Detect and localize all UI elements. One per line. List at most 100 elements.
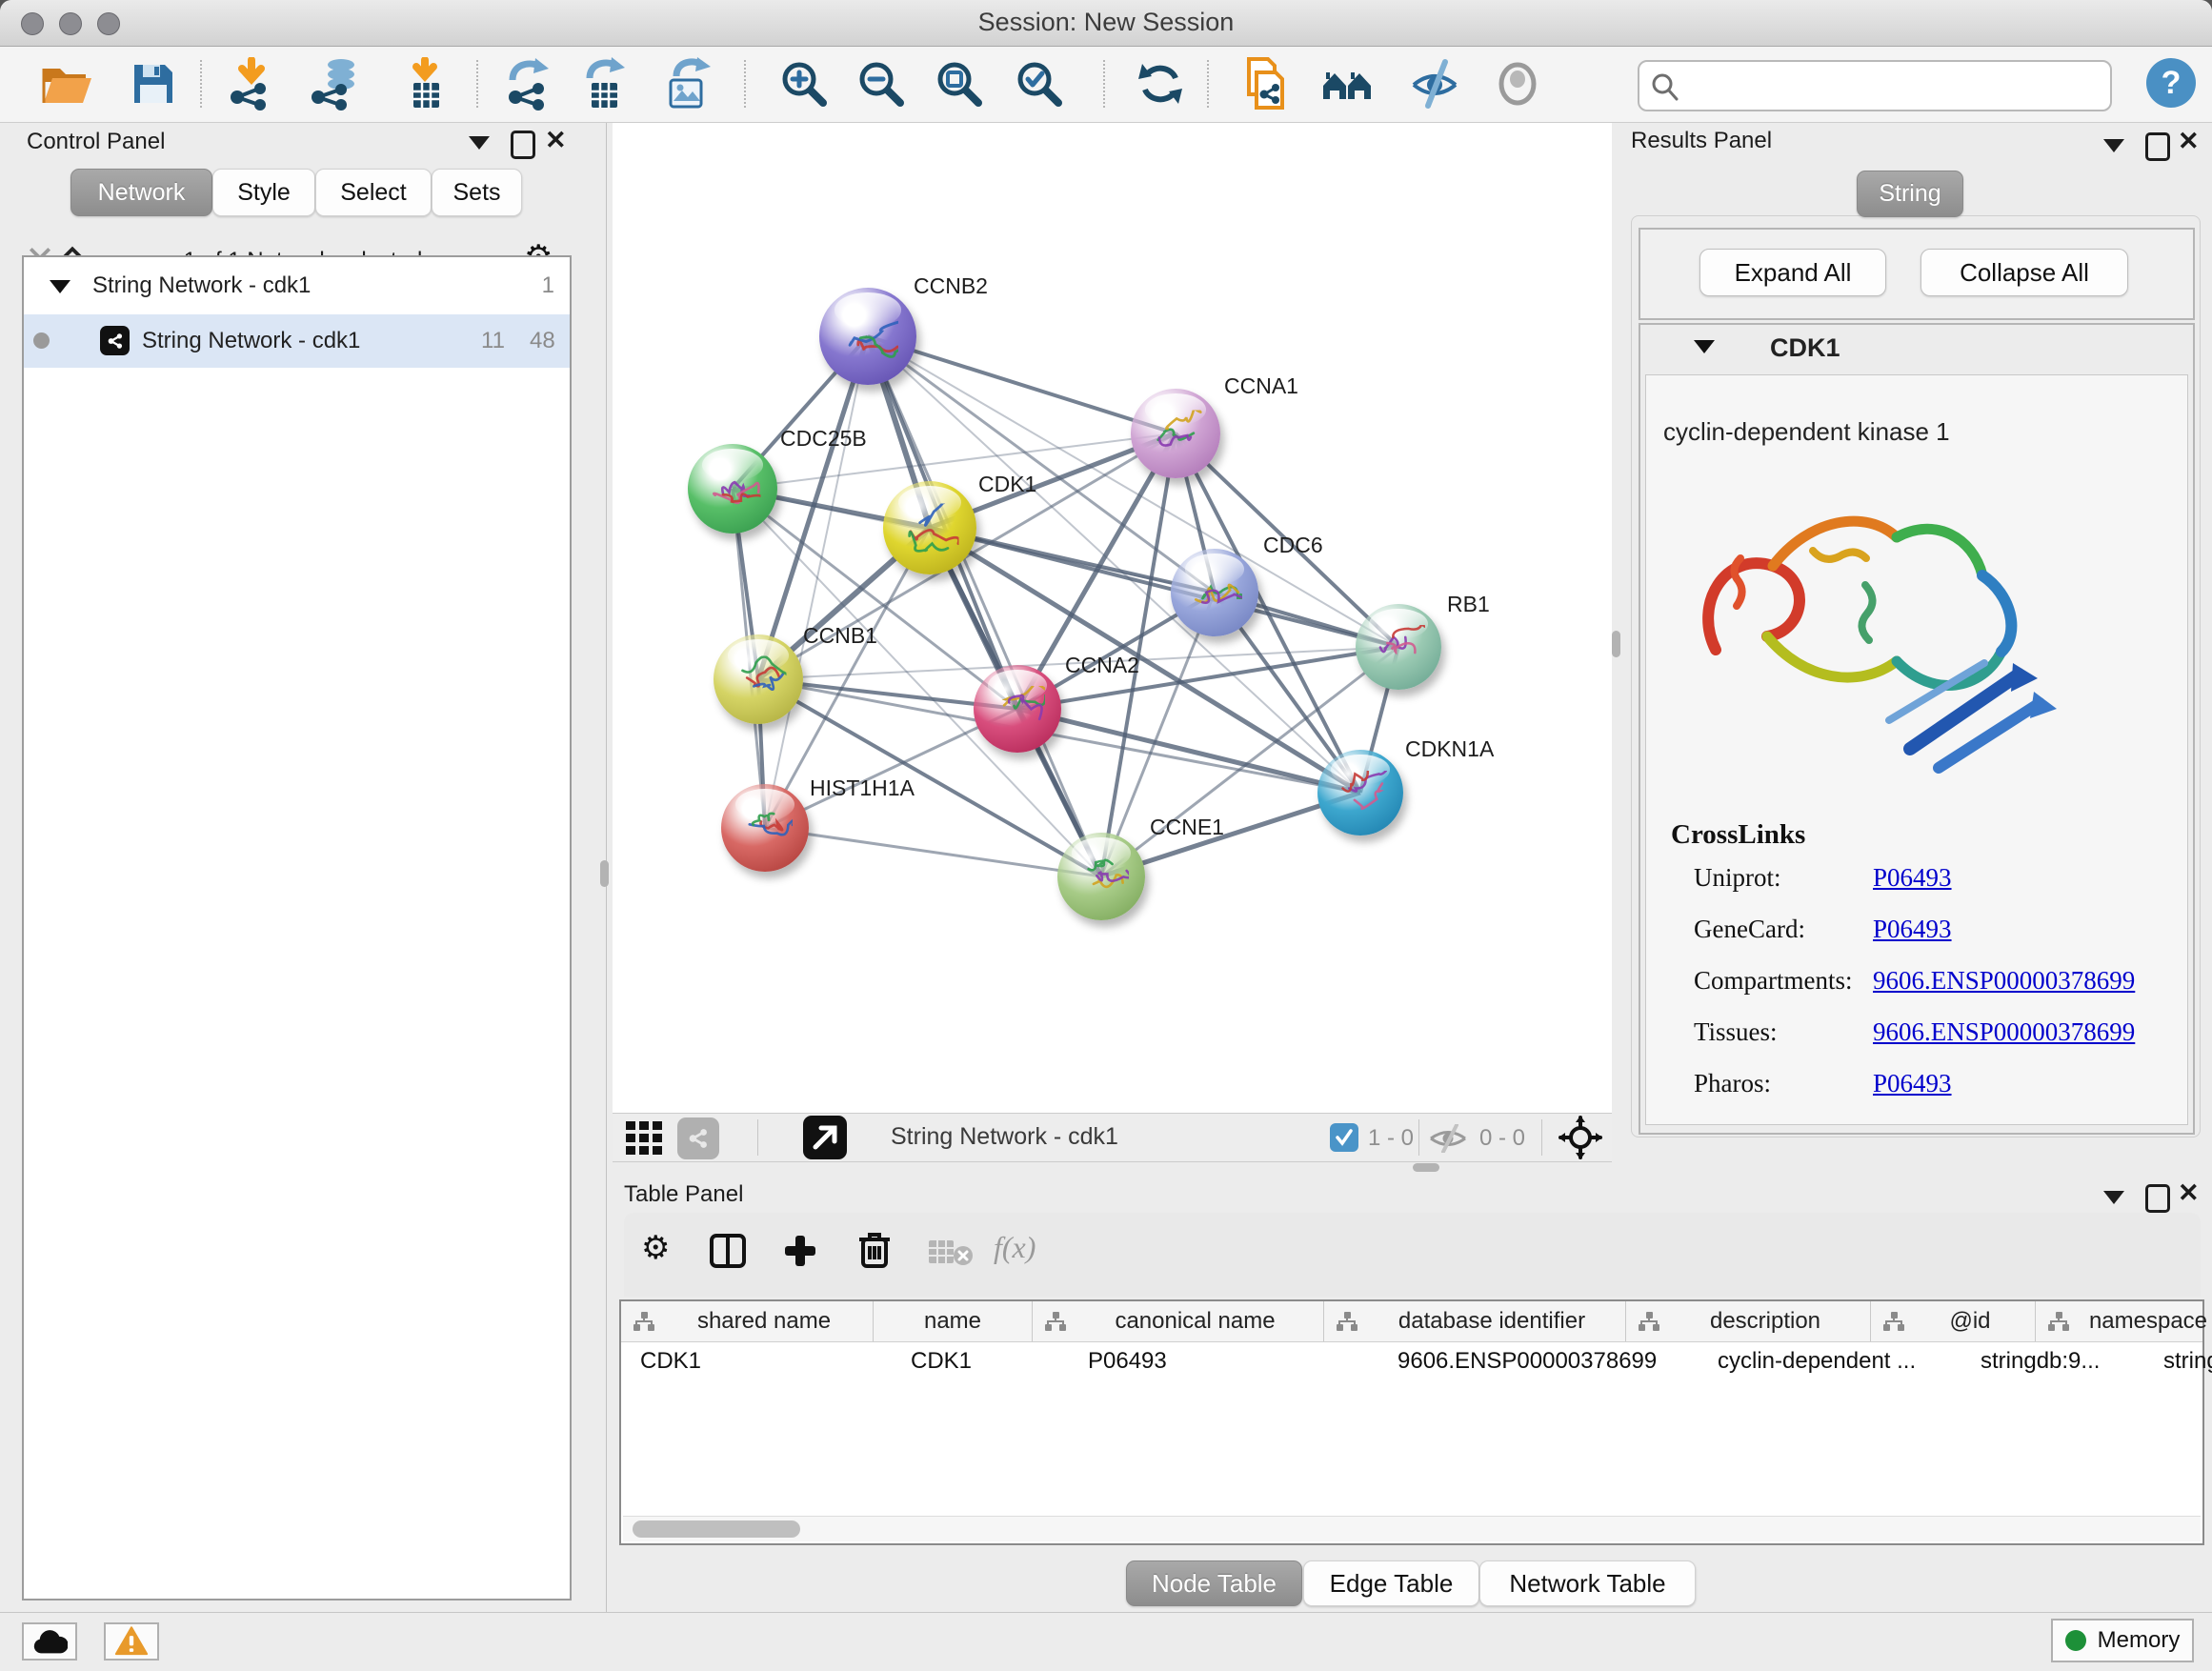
zoom-fit-button[interactable]: [933, 56, 986, 111]
birds-eye-view-icon[interactable]: [626, 1121, 664, 1160]
close-panel-icon[interactable]: ✕: [545, 128, 567, 153]
hide-unhide-button[interactable]: [1408, 56, 1461, 111]
zoom-selected-button[interactable]: [1013, 56, 1066, 111]
undock-panel-icon[interactable]: [2145, 132, 2170, 161]
close-panel-icon[interactable]: ✕: [2178, 1180, 2200, 1206]
column-header-canonical-name[interactable]: canonical name: [1032, 1301, 1323, 1341]
inspect-button[interactable]: [1491, 56, 1544, 111]
close-panel-icon[interactable]: ✕: [2178, 129, 2200, 154]
show-all-networks-button[interactable]: [1320, 56, 1374, 111]
scrollbar-thumb[interactable]: [633, 1520, 800, 1538]
cell-canonical-name[interactable]: P06493: [1069, 1342, 1378, 1380]
show-columns-icon[interactable]: [710, 1234, 746, 1271]
tab-network-table[interactable]: Network Table: [1479, 1560, 1696, 1606]
help-button[interactable]: ?: [2146, 58, 2196, 108]
network-node-RB1[interactable]: [1356, 604, 1441, 690]
zoom-in-button[interactable]: [777, 56, 831, 111]
network-node-CCNB2[interactable]: [819, 288, 916, 385]
node-label-HIST1H1A: HIST1H1A: [810, 775, 915, 801]
network-collection-row[interactable]: String Network - cdk1 1: [24, 257, 570, 314]
collapse-all-button[interactable]: Collapse All: [1920, 249, 2128, 296]
network-node-CCNA2[interactable]: [974, 665, 1061, 753]
network-canvas[interactable]: CCNB2CCNA1CDC25BCDK1CDC6RB1CCNB1CCNA2CDK…: [613, 123, 1612, 1113]
node-table: shared name name canonical name database…: [619, 1299, 2204, 1545]
crosslink-link[interactable]: 9606.ENSP00000378699: [1873, 966, 2135, 996]
search-input[interactable]: [1689, 66, 2101, 104]
crosslink-link[interactable]: P06493: [1873, 863, 1952, 893]
horizontal-scrollbar[interactable]: [623, 1516, 2201, 1541]
float-panel-icon[interactable]: [2103, 1191, 2124, 1204]
create-column-icon[interactable]: [782, 1234, 818, 1271]
selected-checkbox-icon[interactable]: [1330, 1123, 1358, 1152]
network-row-selected[interactable]: String Network - cdk1 11 48: [24, 314, 570, 368]
collection-expand-icon[interactable]: [50, 280, 70, 293]
undock-panel-icon[interactable]: [511, 131, 535, 159]
export-table-button[interactable]: [578, 56, 632, 111]
houses-icon: [1320, 60, 1374, 108]
left-splitter-handle[interactable]: [600, 860, 609, 887]
network-node-CDK1[interactable]: [883, 481, 976, 574]
open-view-in-window-icon[interactable]: [803, 1116, 847, 1164]
cell-name[interactable]: CDK1: [892, 1342, 1069, 1380]
warning-icon: [114, 1626, 149, 1657]
tab-style[interactable]: Style: [212, 169, 315, 216]
import-network-button[interactable]: [225, 56, 278, 111]
delete-column-icon[interactable]: [857, 1230, 892, 1273]
network-node-CCNE1[interactable]: [1057, 833, 1145, 920]
column-header-namespace[interactable]: namespace: [2035, 1301, 2212, 1341]
cell-database-identifier[interactable]: 9606.ENSP00000378699: [1378, 1342, 1699, 1380]
crosslink-link[interactable]: P06493: [1873, 1069, 1952, 1098]
clone-network-button[interactable]: [1239, 56, 1293, 111]
gene-section-collapse-icon[interactable]: [1694, 340, 1715, 353]
network-node-CDKN1A[interactable]: [1317, 750, 1403, 836]
zoom-out-button[interactable]: [855, 56, 908, 111]
table-row[interactable]: CDK1 CDK1 P06493 9606.ENSP00000378699 cy…: [621, 1342, 2202, 1380]
tab-string[interactable]: String: [1857, 171, 1963, 217]
network-overview-icon[interactable]: [677, 1117, 719, 1159]
undock-panel-icon[interactable]: [2145, 1184, 2170, 1213]
open-session-button[interactable]: [40, 56, 93, 111]
column-header-description[interactable]: description: [1625, 1301, 1870, 1341]
search-field[interactable]: [1638, 60, 2112, 111]
function-builder-icon[interactable]: f(x): [994, 1230, 1036, 1265]
column-header-shared-name[interactable]: shared name: [621, 1301, 873, 1341]
delete-table-icon[interactable]: [928, 1238, 974, 1269]
selected-node-edge-count: 1 - 0: [1368, 1125, 1414, 1152]
save-session-button[interactable]: [127, 56, 180, 111]
column-header-database-identifier[interactable]: database identifier: [1323, 1301, 1625, 1341]
tab-edge-table[interactable]: Edge Table: [1303, 1560, 1479, 1606]
cell-namespace[interactable]: stringdb: [2144, 1342, 2212, 1380]
network-node-CDC25B[interactable]: [688, 444, 777, 534]
export-network-button[interactable]: [503, 56, 556, 111]
table-options-gear-icon[interactable]: ⚙: [641, 1232, 670, 1264]
network-node-CDC6[interactable]: [1171, 549, 1258, 636]
memory-button[interactable]: Memory: [2051, 1619, 2194, 1662]
network-node-CCNA1[interactable]: [1131, 389, 1220, 478]
refresh-view-button[interactable]: [1134, 56, 1187, 111]
export-image-button[interactable]: [663, 56, 716, 111]
tab-select[interactable]: Select: [315, 169, 432, 216]
control-panel-title: Control Panel: [27, 129, 165, 155]
network-edge[interactable]: [765, 828, 1101, 876]
expand-all-button[interactable]: Expand All: [1699, 249, 1886, 296]
cloud-status-button[interactable]: [22, 1622, 77, 1661]
tab-node-table[interactable]: Node Table: [1126, 1560, 1302, 1606]
column-header-id[interactable]: @id: [1870, 1301, 2035, 1341]
center-view-crosshair-icon[interactable]: [1558, 1116, 1602, 1164]
cell-id[interactable]: stringdb:9...: [1961, 1342, 2144, 1380]
cell-shared-name[interactable]: CDK1: [621, 1342, 892, 1380]
tab-sets[interactable]: Sets: [432, 169, 522, 216]
network-node-HIST1H1A[interactable]: [721, 784, 809, 872]
warnings-button[interactable]: [104, 1622, 159, 1661]
float-panel-icon[interactable]: [2103, 139, 2124, 152]
crosslink-link[interactable]: 9606.ENSP00000378699: [1873, 1017, 2135, 1047]
cell-description[interactable]: cyclin-dependent ...: [1699, 1342, 1961, 1380]
import-network-from-database-button[interactable]: [307, 56, 360, 111]
crosslink-link[interactable]: P06493: [1873, 915, 1952, 944]
column-header-name[interactable]: name: [873, 1301, 1032, 1341]
float-panel-icon[interactable]: [469, 136, 490, 150]
tab-network[interactable]: Network: [70, 169, 212, 216]
import-table-button[interactable]: [398, 56, 452, 111]
table-panel: Table Panel ✕ ⚙ f(x) shared: [613, 1170, 2212, 1612]
network-node-CCNB1[interactable]: [714, 634, 803, 724]
